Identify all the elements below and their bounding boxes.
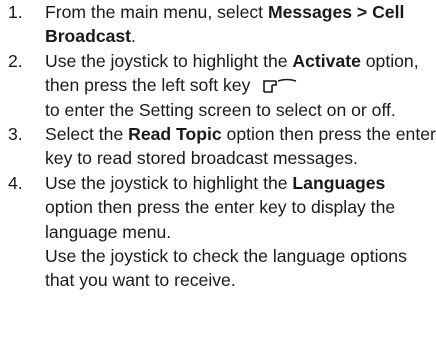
instructions-page: 1. From the main menu, select Messages >… bbox=[0, 0, 436, 364]
step-4: 4. Use the joystick to highlight the Lan… bbox=[8, 171, 436, 293]
option-name: Languages bbox=[292, 172, 386, 193]
step-3: 3. Select the Read Topic option then pre… bbox=[8, 122, 436, 171]
step-1: 1. From the main menu, select Messages >… bbox=[8, 0, 436, 49]
step-2: 2. Use the joystick to highlight the Act… bbox=[8, 49, 436, 122]
step-text: Use the joystick to highlight the bbox=[45, 50, 293, 71]
step-text: Use the joystick to highlight the bbox=[45, 172, 293, 193]
step-text: Select the bbox=[45, 124, 129, 145]
step-text-end: Use the joystick to check the language o… bbox=[45, 246, 407, 291]
step-number: 2. bbox=[8, 50, 23, 71]
step-text-end: . bbox=[131, 26, 136, 47]
step-number: 1. bbox=[8, 2, 23, 22]
left-soft-key-icon bbox=[260, 78, 298, 96]
step-text-end: to enter the Setting screen to select on… bbox=[45, 99, 396, 120]
step-text: From the main menu, select bbox=[45, 2, 268, 22]
option-name: Read Topic bbox=[128, 124, 222, 145]
step-number: 4. bbox=[8, 172, 23, 193]
option-name: Activate bbox=[292, 50, 361, 71]
step-number: 3. bbox=[8, 124, 23, 145]
step-text-mid: option then press the enter key to displ… bbox=[45, 197, 396, 242]
steps-list: 1. From the main menu, select Messages >… bbox=[8, 0, 436, 293]
